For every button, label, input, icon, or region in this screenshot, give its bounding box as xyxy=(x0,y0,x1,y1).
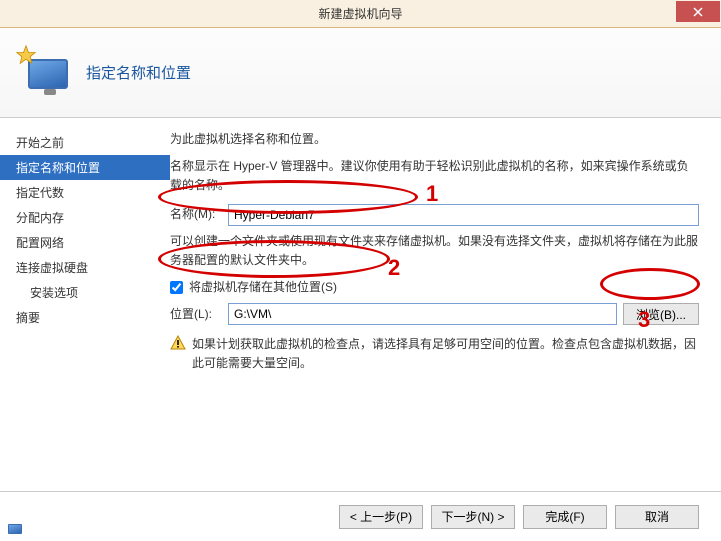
browse-button[interactable]: 浏览(B)... xyxy=(623,303,699,325)
close-icon xyxy=(693,7,703,17)
store-other-location-row: 将虚拟机存储在其他位置(S) xyxy=(170,278,699,297)
sidebar-item-label: 配置网络 xyxy=(16,236,64,250)
page-title: 指定名称和位置 xyxy=(86,62,191,83)
location-row: 位置(L): 浏览(B)... xyxy=(170,303,699,325)
sidebar-item-label: 指定代数 xyxy=(16,186,64,200)
name-label: 名称(M): xyxy=(170,205,228,224)
titlebar: 新建虚拟机向导 xyxy=(0,0,721,28)
finish-button[interactable]: 完成(F) xyxy=(523,505,607,529)
store-other-location-label: 将虚拟机存储在其他位置(S) xyxy=(189,278,337,297)
location-description: 可以创建一个文件夹或使用现有文件夹来存储虚拟机。如果没有选择文件夹，虚拟机将存储… xyxy=(170,232,699,270)
name-row: 名称(M): xyxy=(170,204,699,226)
sidebar-item-memory[interactable]: 分配内存 xyxy=(0,205,170,230)
taskbar-app-icon xyxy=(6,521,22,537)
wizard-icon xyxy=(20,49,68,97)
sidebar-item-label: 指定名称和位置 xyxy=(16,161,100,175)
star-icon xyxy=(16,45,36,65)
wizard-body: 开始之前 指定名称和位置 指定代数 分配内存 配置网络 连接虚拟硬盘 安装选项 … xyxy=(0,118,721,491)
location-input[interactable] xyxy=(228,303,617,325)
warning-icon xyxy=(170,335,186,351)
sidebar-item-network[interactable]: 配置网络 xyxy=(0,230,170,255)
next-button[interactable]: 下一步(N) > xyxy=(431,505,515,529)
warning-text: 如果计划获取此虚拟机的检查点，请选择具有足够可用空间的位置。检查点包含虚拟机数据… xyxy=(192,335,699,373)
sidebar-item-label: 开始之前 xyxy=(16,136,64,150)
location-label: 位置(L): xyxy=(170,305,228,324)
sidebar-item-label: 连接虚拟硬盘 xyxy=(16,261,88,275)
vm-name-input[interactable] xyxy=(228,204,699,226)
close-button[interactable] xyxy=(676,1,720,22)
wizard-footer: < 上一步(P) 下一步(N) > 完成(F) 取消 xyxy=(0,491,721,541)
wizard-header: 指定名称和位置 xyxy=(0,28,721,118)
cancel-button[interactable]: 取消 xyxy=(615,505,699,529)
sidebar-item-label: 摘要 xyxy=(16,311,40,325)
intro-text: 为此虚拟机选择名称和位置。 xyxy=(170,130,699,149)
warning-row: 如果计划获取此虚拟机的检查点，请选择具有足够可用空间的位置。检查点包含虚拟机数据… xyxy=(170,335,699,373)
sidebar-item-before-begin[interactable]: 开始之前 xyxy=(0,130,170,155)
sidebar-item-install-options[interactable]: 安装选项 xyxy=(0,280,170,305)
sidebar-item-name-location[interactable]: 指定名称和位置 xyxy=(0,155,170,180)
wizard-content: 为此虚拟机选择名称和位置。 名称显示在 Hyper-V 管理器中。建议你使用有助… xyxy=(170,118,721,491)
prev-button[interactable]: < 上一步(P) xyxy=(339,505,423,529)
sidebar-item-label: 安装选项 xyxy=(30,286,78,300)
window-title: 新建虚拟机向导 xyxy=(0,5,721,22)
sidebar-item-label: 分配内存 xyxy=(16,211,64,225)
sidebar-item-generation[interactable]: 指定代数 xyxy=(0,180,170,205)
sidebar-item-summary[interactable]: 摘要 xyxy=(0,305,170,330)
name-description: 名称显示在 Hyper-V 管理器中。建议你使用有助于轻松识别此虚拟机的名称，如… xyxy=(170,157,699,195)
sidebar-item-vhd[interactable]: 连接虚拟硬盘 xyxy=(0,255,170,280)
wizard-steps-sidebar: 开始之前 指定名称和位置 指定代数 分配内存 配置网络 连接虚拟硬盘 安装选项 … xyxy=(0,118,170,491)
store-other-location-checkbox[interactable] xyxy=(170,281,183,294)
